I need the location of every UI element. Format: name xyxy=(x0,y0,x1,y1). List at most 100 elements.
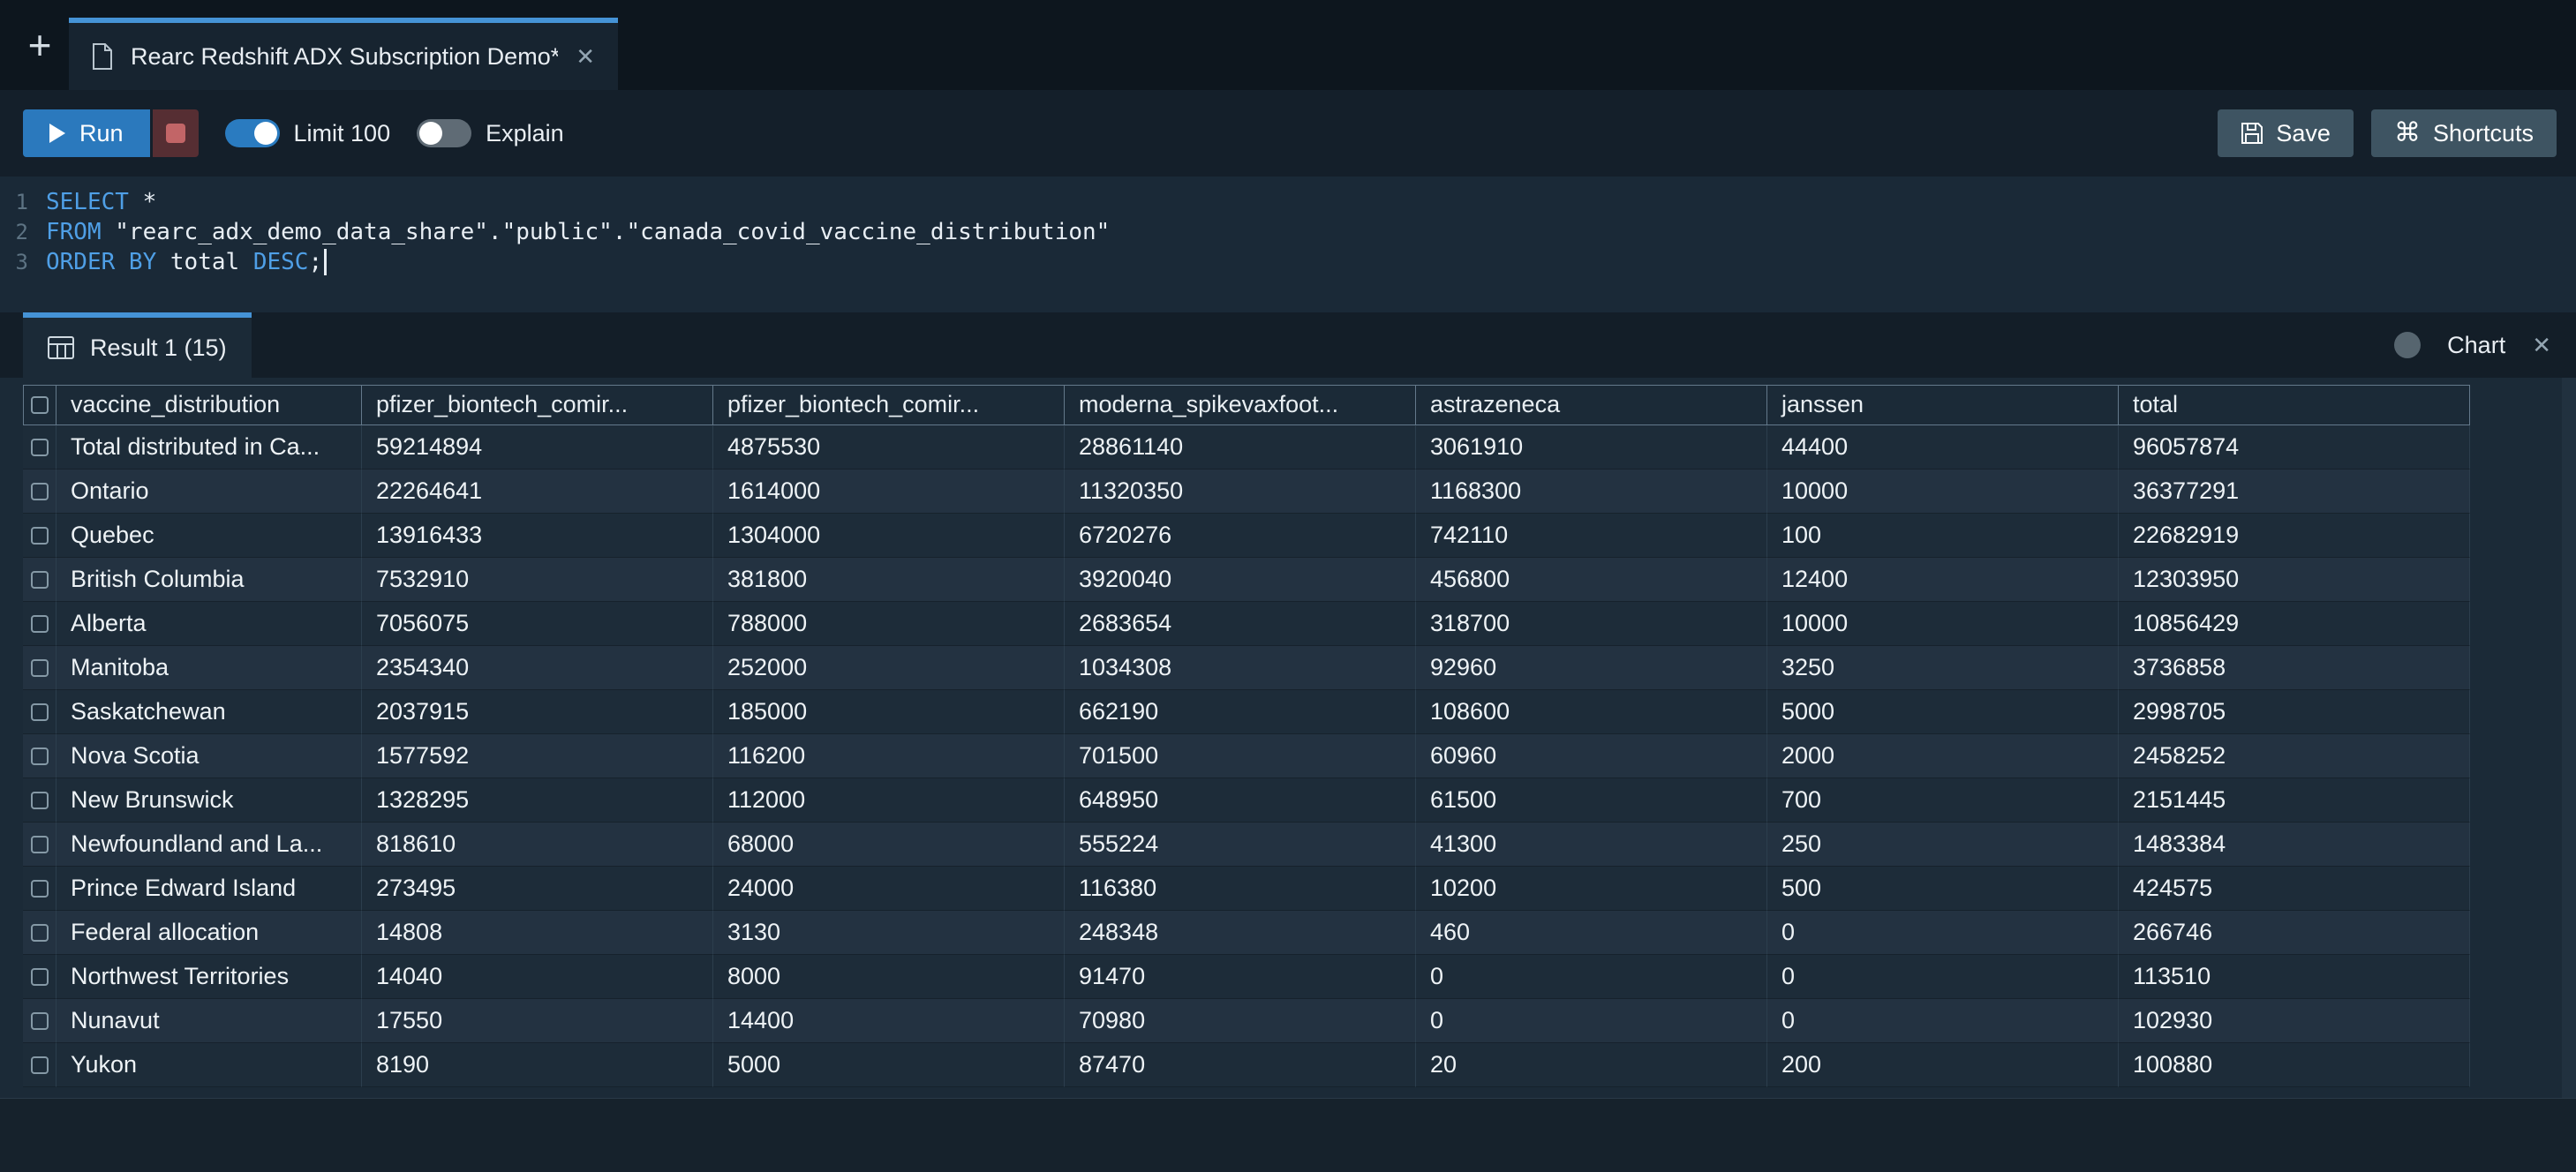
table-cell: 96057874 xyxy=(2119,425,2470,470)
row-checkbox[interactable] xyxy=(31,748,49,765)
table-row[interactable]: Alberta705607578800026836543187001000010… xyxy=(23,602,2576,646)
column-header-total[interactable]: total xyxy=(2119,385,2470,425)
table-cell: Yukon xyxy=(56,1043,362,1087)
code-text: ORDER BY total DESC; xyxy=(46,249,327,276)
column-header-vaccine-distribution[interactable]: vaccine_distribution xyxy=(56,385,362,425)
table-row[interactable]: Newfoundland and La...818610680005552244… xyxy=(23,823,2576,867)
row-checkbox-cell[interactable] xyxy=(23,823,56,867)
vertical-scrollbar[interactable] xyxy=(2562,378,2576,1098)
row-checkbox[interactable] xyxy=(31,968,49,986)
table-cell: 12400 xyxy=(1767,558,2119,602)
table-row[interactable]: New Brunswick132829511200064895061500700… xyxy=(23,778,2576,823)
table-cell: 24000 xyxy=(713,867,1065,911)
table-row[interactable]: Manitoba23543402520001034308929603250373… xyxy=(23,646,2576,690)
row-checkbox[interactable] xyxy=(31,439,49,456)
tab-close-icon[interactable]: ✕ xyxy=(576,43,595,71)
sql-editor[interactable]: 1SELECT *2FROM "rearc_adx_demo_data_shar… xyxy=(0,177,2576,312)
select-all-cell[interactable] xyxy=(23,385,56,425)
column-header-pfizer-biontech-comir[interactable]: pfizer_biontech_comir... xyxy=(362,385,713,425)
row-checkbox-cell[interactable] xyxy=(23,867,56,911)
results-header-right: Chart ✕ xyxy=(2394,312,2576,378)
text-cursor xyxy=(324,249,327,275)
row-checkbox[interactable] xyxy=(31,1056,49,1074)
results-close-icon[interactable]: ✕ xyxy=(2532,332,2551,359)
row-checkbox[interactable] xyxy=(31,483,49,500)
table-row[interactable]: Saskatchewan2037915185000662190108600500… xyxy=(23,690,2576,734)
table-cell: 1328295 xyxy=(362,778,713,823)
row-checkbox[interactable] xyxy=(31,659,49,677)
code-line[interactable]: 2FROM "rearc_adx_demo_data_share"."publi… xyxy=(0,217,2576,247)
row-checkbox[interactable] xyxy=(31,527,49,545)
table-cell: 248348 xyxy=(1065,911,1416,955)
row-checkbox[interactable] xyxy=(31,703,49,721)
explain-toggle[interactable] xyxy=(417,119,471,147)
run-button[interactable]: Run xyxy=(23,109,150,157)
code-line[interactable]: 3ORDER BY total DESC; xyxy=(0,247,2576,277)
row-checkbox-cell[interactable] xyxy=(23,558,56,602)
code-text: FROM "rearc_adx_demo_data_share"."public… xyxy=(46,219,1110,245)
table-row[interactable]: Total distributed in Ca...59214894487553… xyxy=(23,425,2576,470)
save-button[interactable]: Save xyxy=(2218,109,2354,157)
tab-title: Rearc Redshift ADX Subscription Demo* xyxy=(131,43,558,71)
table-cell: 100 xyxy=(1767,514,2119,558)
column-header-astrazeneca[interactable]: astrazeneca xyxy=(1416,385,1767,425)
table-cell: 0 xyxy=(1767,955,2119,999)
table-cell: 17550 xyxy=(362,999,713,1043)
chart-toggle[interactable] xyxy=(2394,332,2421,358)
table-cell: 2998705 xyxy=(2119,690,2470,734)
row-checkbox-cell[interactable] xyxy=(23,602,56,646)
row-checkbox-cell[interactable] xyxy=(23,514,56,558)
table-cell: Northwest Territories xyxy=(56,955,362,999)
row-checkbox-cell[interactable] xyxy=(23,955,56,999)
row-checkbox-cell[interactable] xyxy=(23,425,56,470)
table-cell: Federal allocation xyxy=(56,911,362,955)
row-checkbox-cell[interactable] xyxy=(23,911,56,955)
result-tab[interactable]: Result 1 (15) xyxy=(23,312,252,378)
table-row[interactable]: Nova Scotia15775921162007015006096020002… xyxy=(23,734,2576,778)
row-checkbox[interactable] xyxy=(31,615,49,633)
table-row[interactable]: Ontario222646411614000113203501168300100… xyxy=(23,470,2576,514)
table-row[interactable]: Northwest Territories1404080009147000113… xyxy=(23,955,2576,999)
row-checkbox-cell[interactable] xyxy=(23,734,56,778)
table-row[interactable]: Nunavut17550144007098000102930 xyxy=(23,999,2576,1043)
stop-button[interactable] xyxy=(153,109,199,157)
row-checkbox-cell[interactable] xyxy=(23,690,56,734)
column-header-janssen[interactable]: janssen xyxy=(1767,385,2119,425)
limit-toggle[interactable] xyxy=(225,119,280,147)
row-checkbox[interactable] xyxy=(31,571,49,589)
row-checkbox[interactable] xyxy=(31,792,49,809)
select-all-checkbox[interactable] xyxy=(31,396,49,414)
result-tab-label: Result 1 (15) xyxy=(90,334,227,362)
table-cell: 112000 xyxy=(713,778,1065,823)
table-cell: 13916433 xyxy=(362,514,713,558)
row-checkbox[interactable] xyxy=(31,1012,49,1030)
table-cell: 59214894 xyxy=(362,425,713,470)
editor-tab[interactable]: Rearc Redshift ADX Subscription Demo* ✕ xyxy=(69,18,618,90)
row-checkbox[interactable] xyxy=(31,880,49,898)
table-row[interactable]: Yukon819050008747020200100880 xyxy=(23,1043,2576,1087)
table-cell: 20 xyxy=(1416,1043,1767,1087)
row-checkbox-cell[interactable] xyxy=(23,646,56,690)
row-checkbox[interactable] xyxy=(31,836,49,853)
row-checkbox-cell[interactable] xyxy=(23,778,56,823)
table-cell: 3736858 xyxy=(2119,646,2470,690)
column-header-moderna-spikevaxfoot[interactable]: moderna_spikevaxfoot... xyxy=(1065,385,1416,425)
new-tab-button[interactable]: + xyxy=(11,0,69,90)
table-row[interactable]: Prince Edward Island27349524000116380102… xyxy=(23,867,2576,911)
table-row[interactable]: Federal allocation1480831302483484600266… xyxy=(23,911,2576,955)
limit-toggle-group: Limit 100 xyxy=(225,119,391,147)
row-checkbox-cell[interactable] xyxy=(23,999,56,1043)
query-toolbar: Run Limit 100 Explain Save xyxy=(0,90,2576,177)
column-header-pfizer-biontech-comir[interactable]: pfizer_biontech_comir... xyxy=(713,385,1065,425)
table-cell: 1577592 xyxy=(362,734,713,778)
table-cell: 10200 xyxy=(1416,867,1767,911)
table-cell: 0 xyxy=(1767,999,2119,1043)
shortcuts-button[interactable]: ⌘ Shortcuts xyxy=(2371,109,2557,157)
row-checkbox-cell[interactable] xyxy=(23,1043,56,1087)
table-row[interactable]: British Columbia753291038180039200404568… xyxy=(23,558,2576,602)
code-line[interactable]: 1SELECT * xyxy=(0,187,2576,217)
table-cell: 41300 xyxy=(1416,823,1767,867)
row-checkbox-cell[interactable] xyxy=(23,470,56,514)
row-checkbox[interactable] xyxy=(31,924,49,942)
table-row[interactable]: Quebec1391643313040006720276742110100226… xyxy=(23,514,2576,558)
